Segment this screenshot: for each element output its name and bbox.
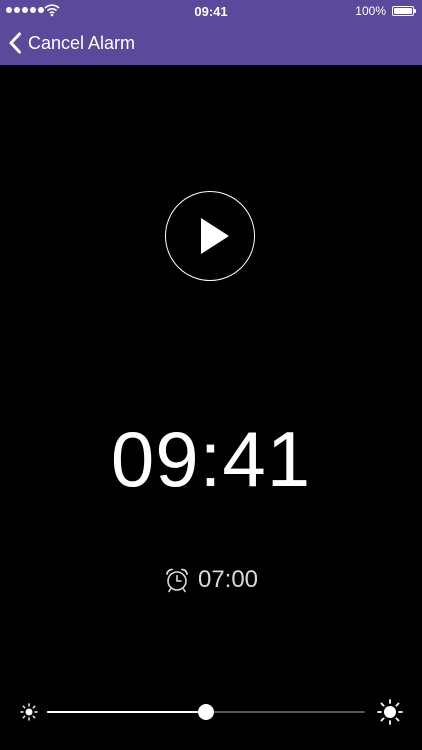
- battery-icon: [392, 6, 416, 16]
- play-button[interactable]: [165, 191, 255, 281]
- alarm-screen: 09:41 100% Cancel Alarm 09:41 07:00: [0, 0, 422, 750]
- brightness-slider[interactable]: [47, 704, 365, 720]
- chevron-left-icon: [9, 32, 21, 54]
- cancel-alarm-button[interactable]: Cancel Alarm: [8, 30, 135, 56]
- brightness-slider-fill: [47, 711, 206, 713]
- sun-large-icon: [377, 699, 403, 725]
- status-bar: 09:41 100%: [0, 0, 422, 22]
- cancel-alarm-label: Cancel Alarm: [28, 32, 136, 53]
- brightness-control: [0, 690, 422, 734]
- battery-percent: 100%: [355, 4, 386, 18]
- alarm-clock-icon: [166, 568, 188, 593]
- current-time: 09:41: [110, 415, 312, 503]
- alarm-time: 07:00: [197, 566, 259, 593]
- brightness-slider-thumb[interactable]: [198, 704, 214, 720]
- navigation-bar: Cancel Alarm: [0, 22, 422, 65]
- play-icon: [201, 218, 229, 254]
- alarm-time-row: 07:00: [0, 564, 422, 596]
- sun-small-icon: [20, 703, 38, 721]
